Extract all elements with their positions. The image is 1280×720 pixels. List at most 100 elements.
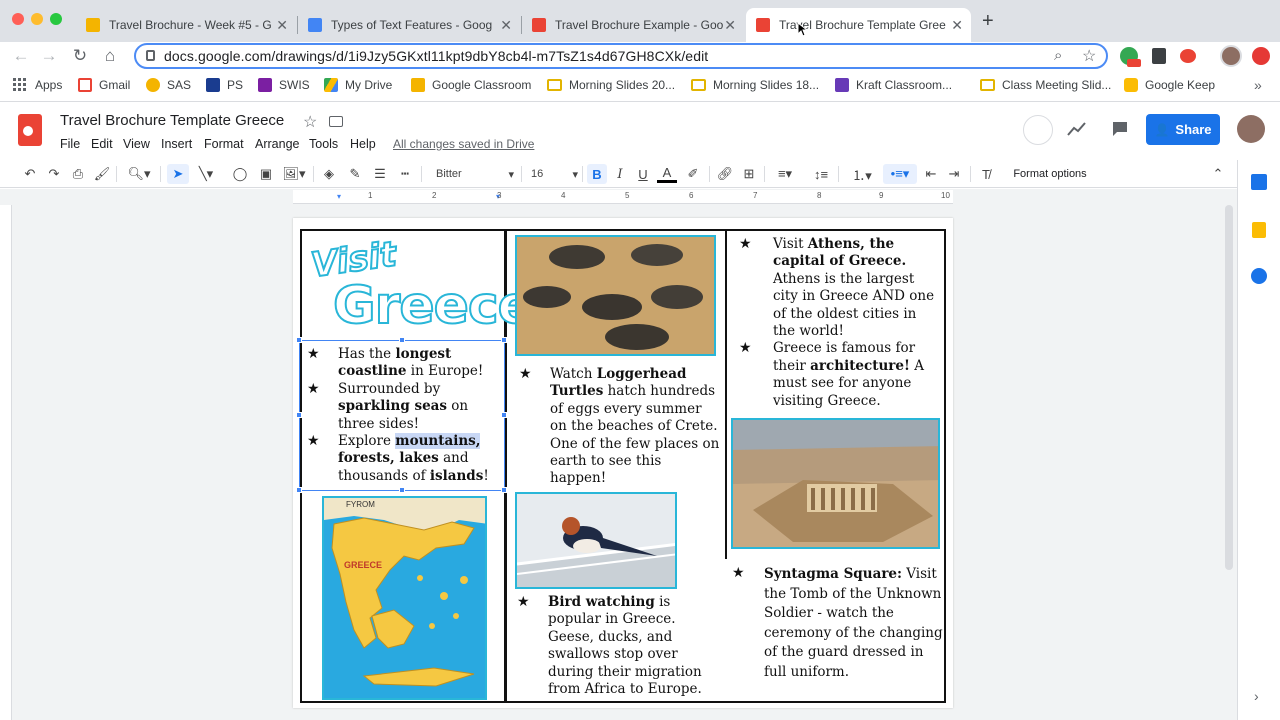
select-arrow-icon[interactable]: ➤ <box>167 164 189 184</box>
bullet-item[interactable]: ★ Syntagma Square: Visit the Tomb of the … <box>732 565 944 683</box>
collapse-toolbar-icon[interactable]: ⌃ <box>1208 164 1228 184</box>
activity-trend-icon[interactable] <box>1067 121 1087 137</box>
close-window-button[interactable] <box>12 13 24 25</box>
browser-tab-active[interactable]: Travel Brochure Template Gree ✕ <box>746 8 971 42</box>
resize-handle[interactable] <box>501 487 507 493</box>
parthenon-image[interactable] <box>731 418 940 549</box>
bookmark-class-meeting[interactable]: Class Meeting Slid... <box>980 78 1111 92</box>
border-weight-icon[interactable]: ☰ <box>370 164 390 184</box>
zoom-search-icon[interactable]: ⌕ <box>1054 47 1062 64</box>
account-avatar[interactable] <box>1237 115 1265 143</box>
drawing-page[interactable]: Visit Greece ★ Has the longest coastline … <box>293 218 953 708</box>
move-folder-icon[interactable] <box>329 116 343 127</box>
expand-panel-icon[interactable]: › <box>1254 688 1259 704</box>
close-tab-icon[interactable]: ✕ <box>951 17 963 34</box>
greece-map-image[interactable]: FYROM GREECE <box>322 496 487 700</box>
menu-file[interactable]: File <box>60 137 80 151</box>
indent-marker-icon[interactable]: ▾ <box>337 192 341 201</box>
bullet-item[interactable]: ★ Visit Athens, the capital of Greece. At… <box>739 236 939 340</box>
bullet-item[interactable]: ★ Explore mountains, forests, lakes and t… <box>307 433 497 485</box>
keep-icon[interactable] <box>1252 222 1266 238</box>
save-status[interactable]: All changes saved in Drive <box>393 137 534 151</box>
redo-icon[interactable]: ↷ <box>44 164 64 184</box>
new-tab-button[interactable]: + <box>982 10 994 33</box>
text-color-icon[interactable]: A <box>657 164 677 183</box>
bookmark-my-drive[interactable]: My Drive <box>324 78 392 92</box>
vertical-ruler[interactable] <box>0 205 12 720</box>
bullet-item[interactable]: ★ Bird watching is popular in Greece. Gee… <box>517 594 719 698</box>
calendar-icon[interactable] <box>1251 174 1267 190</box>
comments-icon[interactable] <box>1111 120 1129 138</box>
maximize-window-button[interactable] <box>50 13 62 25</box>
horizontal-ruler[interactable]: ▾ ▾ 1 2 3 4 5 6 7 8 9 10 <box>293 190 953 204</box>
browser-tab-1[interactable]: Travel Brochure - Week #5 - G ✕ <box>76 8 296 42</box>
vertical-scrollbar[interactable] <box>1225 205 1233 570</box>
numbered-list-icon[interactable]: ⒈▾ <box>845 164 879 184</box>
present-comments-icon[interactable] <box>1023 115 1053 145</box>
menu-view[interactable]: View <box>123 137 150 151</box>
bullet-item[interactable]: ★ Surrounded by sparkling seas on three s… <box>307 381 497 433</box>
minimize-window-button[interactable] <box>31 13 43 25</box>
resize-handle[interactable] <box>501 412 507 418</box>
menu-help[interactable]: Help <box>350 137 376 151</box>
forward-icon[interactable]: → <box>38 46 60 66</box>
bullet-item[interactable]: ★ Greece is famous for their architecture… <box>739 340 939 410</box>
link-icon[interactable]: 🔗︎ <box>714 164 736 184</box>
font-select[interactable]: Bitter ▾ <box>428 164 514 184</box>
bullet-item[interactable]: ★ Watch Loggerhead Turtles hatch hundreds… <box>519 366 721 488</box>
italic-icon[interactable]: I <box>611 164 629 184</box>
line-icon[interactable]: ╲▾ <box>193 164 219 184</box>
menu-arrange[interactable]: Arrange <box>255 137 299 151</box>
bookmark-gmail[interactable]: Gmail <box>78 78 130 92</box>
zoom-icon[interactable]: 🔍︎▾ <box>122 164 156 184</box>
decrease-indent-icon[interactable]: ⇤ <box>922 164 940 184</box>
swallow-bird-image[interactable] <box>515 492 677 589</box>
highlight-color-icon[interactable]: ✐ <box>683 164 703 184</box>
document-title[interactable]: Travel Brochure Template Greece <box>60 112 284 129</box>
print-icon[interactable]: ⎙ <box>68 164 88 184</box>
drawings-logo-icon[interactable] <box>18 114 42 146</box>
star-icon[interactable]: ☆ <box>303 112 317 132</box>
loggerhead-turtles-image[interactable] <box>515 235 716 356</box>
extension-shield-icon[interactable] <box>1152 48 1166 64</box>
bookmark-ps[interactable]: PS <box>206 78 243 92</box>
font-size-select[interactable]: 16 ▾ <box>528 164 578 184</box>
format-options-button[interactable]: Format options <box>1005 164 1095 184</box>
reload-icon[interactable]: ↻ <box>69 46 91 66</box>
resize-handle[interactable] <box>399 337 405 343</box>
bookmark-swis[interactable]: SWIS <box>258 78 310 92</box>
resize-handle[interactable] <box>501 337 507 343</box>
paint-format-icon[interactable]: 🖌 <box>92 164 112 184</box>
browser-tab-3[interactable]: Travel Brochure Example - Goo ✕ <box>522 8 744 42</box>
share-button[interactable]: 👤 Share <box>1146 114 1220 145</box>
close-tab-icon[interactable]: ✕ <box>276 17 288 34</box>
fill-color-icon[interactable]: ◈ <box>319 164 339 184</box>
extension-eyes-icon[interactable] <box>1180 49 1196 63</box>
bulleted-list-icon[interactable]: •≡▾ <box>883 164 917 184</box>
bookmark-morning-slides-20[interactable]: Morning Slides 20... <box>547 78 675 92</box>
underline-icon[interactable]: U <box>634 164 652 184</box>
back-icon[interactable]: ← <box>10 46 32 66</box>
close-tab-icon[interactable]: ✕ <box>500 17 512 34</box>
resize-handle[interactable] <box>399 487 405 493</box>
shape-icon[interactable]: ◯ <box>231 164 249 184</box>
align-icon[interactable]: ≡▾ <box>770 164 800 184</box>
bookmark-apps[interactable]: Apps <box>13 78 62 92</box>
textbox-icon[interactable]: ▣ <box>256 164 276 184</box>
undo-icon[interactable]: ↶ <box>20 164 40 184</box>
greece-title[interactable]: Greece <box>332 275 534 337</box>
bold-icon[interactable]: B <box>587 164 607 184</box>
clear-formatting-icon[interactable]: T̸ <box>976 164 996 184</box>
bullet-item[interactable]: ★ Has the longest coastline in Europe! <box>307 346 497 381</box>
bookmark-kraft-classroom[interactable]: Kraft Classroom... <box>835 78 952 92</box>
bookmark-google-classroom[interactable]: Google Classroom <box>411 78 531 92</box>
bookmark-sas[interactable]: SAS <box>146 78 191 92</box>
close-tab-icon[interactable]: ✕ <box>724 17 736 34</box>
image-icon[interactable]: 🖼︎▾ <box>280 164 308 184</box>
menu-tools[interactable]: Tools <box>309 137 338 151</box>
border-dash-icon[interactable]: ┅ <box>395 164 415 184</box>
url-input[interactable]: docs.google.com/drawings/d/1i9Jzy5GKxtl1… <box>134 43 1108 69</box>
resize-handle[interactable] <box>296 412 302 418</box>
more-bookmarks-icon[interactable]: » <box>1254 77 1262 93</box>
bookmark-google-keep[interactable]: Google Keep <box>1124 78 1215 92</box>
